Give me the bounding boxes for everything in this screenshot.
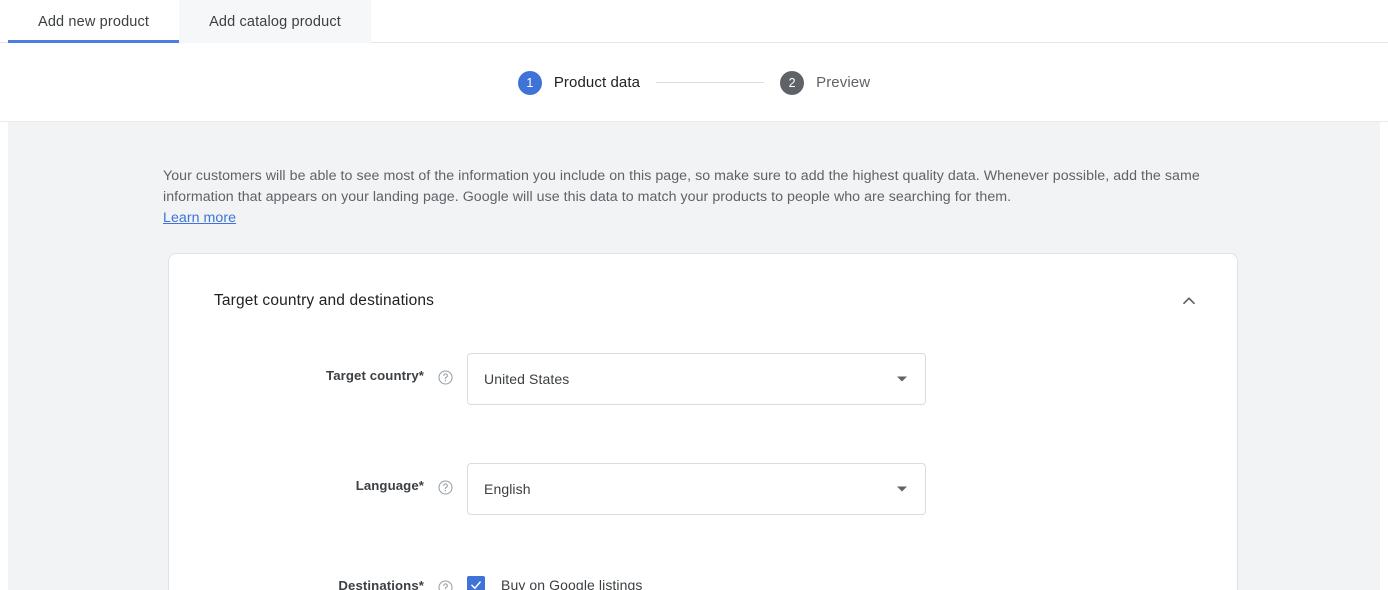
target-country-row: Target country* United States — [169, 353, 1237, 405]
intro-text-block: Your customers will be able to see most … — [163, 166, 1226, 229]
help-circle-icon[interactable] — [433, 575, 457, 590]
tab-add-catalog-product[interactable]: Add catalog product — [179, 0, 371, 43]
step-2-number: 2 — [780, 70, 805, 95]
language-row: Language* English — [169, 463, 1237, 515]
step-preview[interactable]: 2 Preview — [780, 70, 871, 95]
intro-text: Your customers will be able to see most … — [163, 168, 1200, 205]
step-1-label: Product data — [553, 74, 641, 91]
target-country-select[interactable]: United States — [467, 353, 926, 405]
stepper-connector — [656, 82, 765, 83]
card-header: Target country and destinations — [169, 254, 1237, 321]
tab-bar: Add new product Add catalog product — [0, 0, 1388, 43]
destinations-row: Destinations* Buy on Google listings — [169, 573, 1237, 590]
tab-add-new-product[interactable]: Add new product — [8, 0, 180, 43]
chevron-down-icon — [897, 376, 907, 382]
tab-add-catalog-product-label: Add catalog product — [209, 13, 341, 30]
destinations-label: Destinations* — [338, 578, 424, 590]
step-1-number: 1 — [517, 70, 542, 95]
step-product-data[interactable]: 1 Product data — [517, 70, 641, 95]
add-product-page: Add new product Add catalog product 1 Pr… — [0, 0, 1388, 590]
tab-add-new-product-label: Add new product — [38, 13, 150, 30]
target-country-label: Target country* — [326, 368, 424, 383]
checkbox-checked-icon — [467, 576, 485, 590]
language-label: Language* — [355, 478, 424, 493]
tab-list: Add new product Add catalog product — [0, 0, 1388, 43]
stepper: 1 Product data 2 Preview — [0, 43, 1388, 122]
help-circle-icon[interactable] — [433, 475, 457, 499]
destination-option-buy-on-google-listings[interactable]: Buy on Google listings — [467, 576, 643, 590]
target-country-destinations-card: Target country and destinations Target c… — [168, 253, 1238, 590]
chevron-up-icon[interactable] — [1169, 281, 1209, 321]
step-2-label: Preview — [816, 74, 871, 91]
card-title: Target country and destinations — [214, 292, 435, 309]
destination-option-label: Buy on Google listings — [501, 577, 643, 590]
target-country-value: United States — [484, 371, 570, 387]
content-area: Your customers will be able to see most … — [8, 122, 1380, 590]
language-select[interactable]: English — [467, 463, 926, 515]
language-value: English — [484, 481, 531, 497]
learn-more-link[interactable]: Learn more — [163, 208, 236, 229]
help-circle-icon[interactable] — [433, 365, 457, 389]
destinations-checkbox-list: Buy on Google listings — [467, 573, 643, 590]
chevron-down-icon — [897, 486, 907, 492]
stepper-band: 1 Product data 2 Preview — [0, 43, 1388, 122]
